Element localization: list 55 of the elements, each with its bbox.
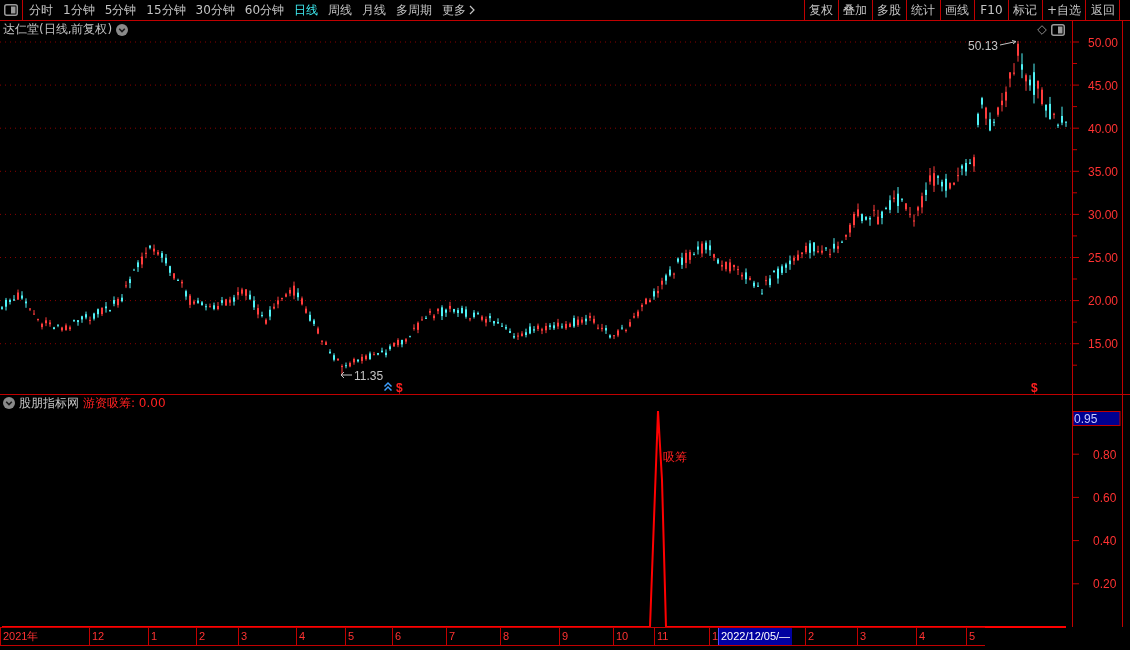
period-tab[interactable]: 多周期 bbox=[391, 0, 438, 20]
price-axis-label: 40.00 bbox=[1088, 121, 1119, 136]
chevron-right-icon bbox=[469, 5, 476, 15]
signal-mark: $ bbox=[1031, 381, 1038, 394]
chevron-down-icon[interactable] bbox=[116, 23, 129, 36]
date-axis-label: 7 bbox=[446, 628, 458, 645]
date-axis-label: 8 bbox=[500, 628, 512, 645]
date-axis-label: 2 bbox=[805, 628, 817, 645]
chart-annotation: 吸筹 bbox=[663, 450, 687, 464]
indicator-source: 股朋指标网 bbox=[19, 394, 79, 412]
price-axis-label: 45.00 bbox=[1088, 78, 1119, 93]
date-axis-label: 6 bbox=[392, 628, 404, 645]
date-axis-label: 1 bbox=[148, 628, 160, 645]
indicator-axis-label: 0.60 bbox=[1093, 490, 1117, 505]
price-axis-label: 15.00 bbox=[1088, 337, 1119, 352]
chevron-down-icon[interactable] bbox=[3, 397, 15, 409]
period-tab[interactable]: 5分钟 bbox=[99, 0, 142, 20]
indicator-reading: 游资吸筹: 0.00 bbox=[83, 394, 166, 412]
period-tab[interactable]: 日线 bbox=[289, 0, 324, 20]
indicator-axis-label: 0.80 bbox=[1093, 447, 1117, 462]
period-tab[interactable]: 1分钟 bbox=[58, 0, 100, 20]
price-axis-label: 50.00 bbox=[1088, 35, 1119, 50]
cursor-date-label: 2022/12/05/— bbox=[718, 628, 793, 645]
period-tab[interactable]: 15分钟 bbox=[141, 0, 191, 20]
date-axis-label: 5 bbox=[345, 628, 357, 645]
value-marker: 0.95 bbox=[1073, 411, 1121, 426]
date-axis-label: 9 bbox=[559, 628, 571, 645]
double-chevron-up-icon bbox=[384, 382, 392, 391]
signal-mark: $ bbox=[396, 381, 403, 394]
price-axis-label: 35.00 bbox=[1088, 164, 1119, 179]
indicator-axis-label: 0.40 bbox=[1093, 534, 1117, 549]
date-axis-label: 5 bbox=[966, 628, 978, 645]
date-axis-label: 12 bbox=[89, 628, 107, 645]
date-axis-label: 11 bbox=[654, 628, 671, 645]
period-tab[interactable]: 60分钟 bbox=[239, 0, 290, 20]
panel-icon bbox=[4, 4, 18, 16]
price-axis-label: 25.00 bbox=[1088, 251, 1119, 265]
chart-title: 达仁堂(日线,前复权) bbox=[3, 21, 113, 38]
period-tab[interactable]: 周线 bbox=[323, 0, 358, 20]
date-axis-label: 3 bbox=[238, 628, 250, 645]
period-tab[interactable]: 30分钟 bbox=[190, 0, 240, 20]
indicator-axis-label: 0.20 bbox=[1093, 577, 1117, 592]
period-tab[interactable]: 分时 bbox=[24, 0, 58, 20]
date-axis-label: 3 bbox=[857, 628, 869, 645]
period-tab[interactable]: 月线 bbox=[357, 0, 392, 20]
price-axis-label: 30.00 bbox=[1088, 207, 1119, 222]
date-axis-label: 2021年 bbox=[0, 628, 41, 645]
diamond-icon[interactable] bbox=[1037, 24, 1047, 35]
period-tab[interactable]: 更多 bbox=[437, 0, 481, 20]
date-axis-label: 4 bbox=[296, 628, 308, 645]
date-axis-label: 10 bbox=[613, 628, 631, 645]
date-axis-label: 4 bbox=[916, 628, 928, 645]
price-axis-label: 20.00 bbox=[1088, 294, 1119, 309]
panel-icon bbox=[1051, 23, 1065, 36]
date-axis-label: 2 bbox=[196, 628, 208, 645]
